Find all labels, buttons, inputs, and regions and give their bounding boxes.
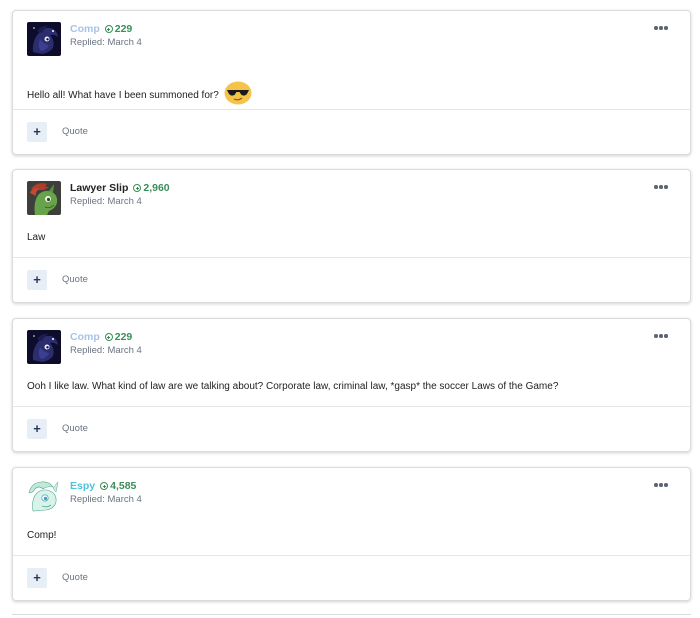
quote-button[interactable]: Quote: [62, 274, 88, 285]
post-footer: + Quote: [13, 555, 690, 600]
add-reaction-button[interactable]: +: [27, 122, 47, 142]
dark-pony-avatar-icon: [27, 22, 61, 56]
post-meta: Lawyer Slip 2,960 Replied: March 4: [70, 182, 170, 208]
author-name[interactable]: Espy: [70, 480, 95, 492]
reputation-count: 229: [114, 331, 133, 343]
more-options-icon[interactable]: [654, 334, 668, 339]
post-text: Ooh I like law. What kind of law are we …: [27, 381, 559, 392]
post-header: Lawyer Slip 2,960 Replied: March 4: [27, 181, 690, 221]
post-date: Replied: March 4: [70, 37, 142, 48]
add-reaction-button[interactable]: +: [27, 270, 47, 290]
post: Lawyer Slip 2,960 Replied: March 4 Law + …: [12, 169, 691, 303]
author-name[interactable]: Comp: [70, 331, 100, 343]
avatar[interactable]: [27, 181, 61, 215]
post-body: Law: [13, 231, 690, 245]
post: Espy 4,585 Replied: March 4 Comp! + Quote: [12, 467, 691, 601]
post-date: Replied: March 4: [70, 494, 142, 505]
add-reaction-button[interactable]: +: [27, 568, 47, 588]
post-meta: Comp 229 Replied: March 4: [70, 23, 142, 49]
post-text: Comp!: [27, 530, 57, 541]
reputation-badge: 229: [104, 331, 133, 343]
add-reaction-button[interactable]: +: [27, 419, 47, 439]
post-meta: Comp 229 Replied: March 4: [70, 331, 142, 357]
post-text: Law: [27, 232, 46, 243]
post-header: Espy 4,585 Replied: March 4: [27, 479, 690, 519]
post-header: Comp 229 Replied: March 4: [27, 330, 690, 370]
post-meta: Espy 4,585 Replied: March 4: [70, 480, 142, 506]
reputation-count: 4,585: [110, 480, 137, 492]
post-text: Hello all! What have I been summoned for…: [27, 90, 219, 102]
post-body: Comp!: [13, 529, 690, 543]
author-name[interactable]: Comp: [70, 23, 100, 35]
reputation-badge: 2,960: [133, 182, 170, 194]
reputation-icon: [104, 25, 113, 33]
dark-pony-avatar-icon: [27, 330, 61, 364]
more-options-icon[interactable]: [654, 483, 668, 488]
reputation-badge: 4,585: [100, 480, 136, 492]
more-options-icon[interactable]: [654, 185, 668, 190]
reputation-count: 229: [114, 23, 133, 35]
post-date: Replied: March 4: [70, 345, 142, 356]
post-footer: + Quote: [13, 257, 690, 302]
mint-pony-avatar-icon: [27, 479, 61, 513]
reputation-icon: [104, 333, 113, 341]
author-name[interactable]: Lawyer Slip: [70, 182, 128, 194]
quote-button[interactable]: Quote: [62, 126, 88, 137]
reputation-count: 2,960: [143, 182, 170, 194]
quote-button[interactable]: Quote: [62, 423, 88, 434]
avatar[interactable]: [27, 479, 61, 513]
avatar[interactable]: [27, 22, 61, 56]
quote-button[interactable]: Quote: [62, 572, 88, 583]
green-pony-avatar-icon: [27, 181, 61, 215]
post-body: Hello all! What have I been summoned for…: [13, 81, 690, 110]
reputation-icon: [100, 482, 109, 490]
sunglasses-emoji-icon: [224, 81, 252, 110]
next-post-edge: [12, 614, 691, 618]
post: Comp 229 Replied: March 4 Hello all! What…: [12, 10, 691, 155]
more-options-icon[interactable]: [654, 26, 668, 31]
post-footer: + Quote: [13, 406, 690, 451]
reputation-icon: [133, 184, 142, 192]
post-header: Comp 229 Replied: March 4: [27, 22, 690, 62]
post-body: Ooh I like law. What kind of law are we …: [13, 380, 690, 394]
post-footer: + Quote: [13, 109, 690, 154]
reputation-badge: 229: [104, 23, 133, 35]
post-date: Replied: March 4: [70, 196, 142, 207]
avatar[interactable]: [27, 330, 61, 364]
post: Comp 229 Replied: March 4 Ooh I like law.…: [12, 318, 691, 452]
